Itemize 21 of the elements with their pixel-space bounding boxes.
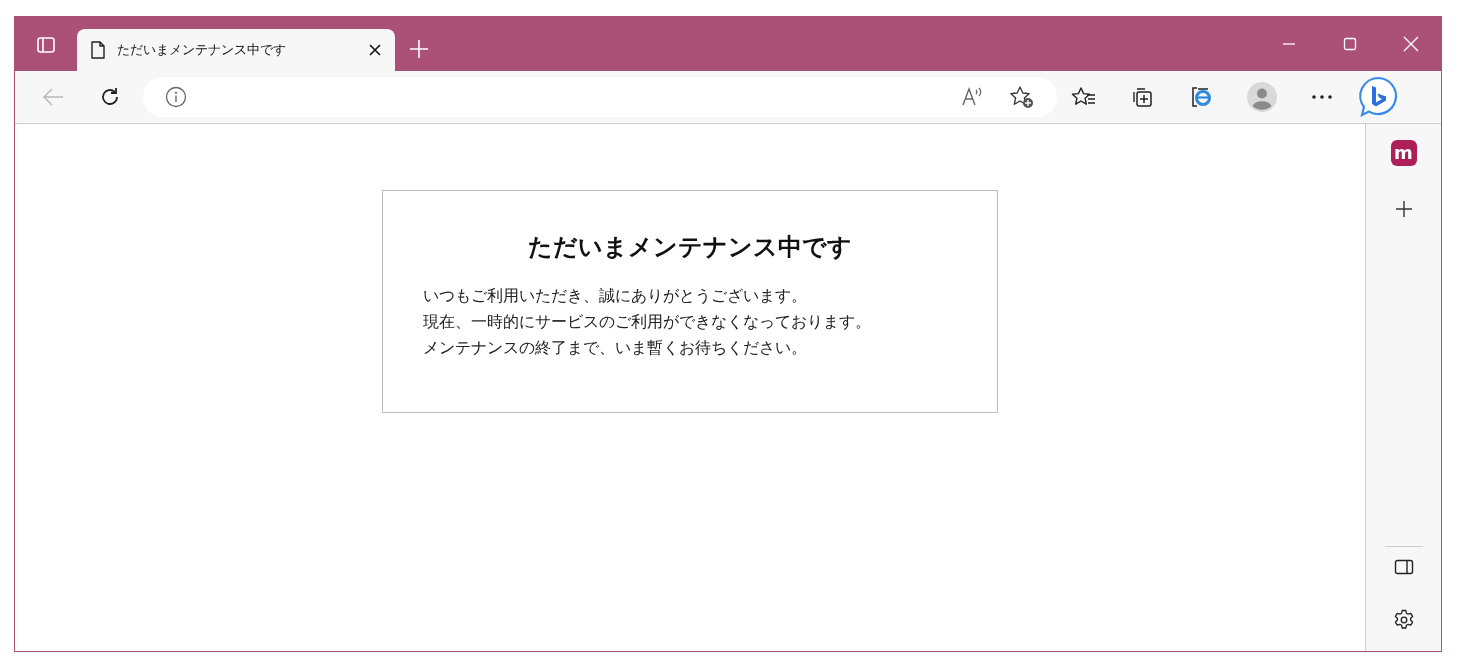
maintenance-heading: ただいまメンテナンス中です — [527, 232, 853, 263]
sidebar-panel-icon[interactable] — [1393, 559, 1414, 575]
settings-icon[interactable] — [1392, 609, 1415, 631]
browser-tab[interactable]: ただいまメンテナンス中です — [77, 29, 395, 71]
chat-bubble-icon[interactable] — [1357, 76, 1399, 118]
profile-avatar-icon[interactable] — [1247, 82, 1277, 112]
close-tab-icon[interactable] — [369, 44, 381, 56]
message-line: いつもご利用いただき、誠にありがとうございます。 — [423, 285, 808, 307]
page-icon — [91, 41, 105, 59]
app-shortcut[interactable]: m — [1390, 140, 1417, 166]
add-favorite-icon[interactable] — [1009, 85, 1035, 109]
new-tab-icon[interactable] — [409, 39, 429, 59]
more-options-icon[interactable] — [1311, 94, 1333, 100]
collections-icon[interactable] — [1131, 85, 1155, 109]
message-line: 現在、一時的にサービスのご利用ができなくなっております。 — [423, 311, 872, 333]
tab-title: ただいまメンテナンス中です — [117, 41, 287, 59]
favorites-icon[interactable] — [1071, 86, 1097, 108]
message-line: メンテナンスの終了まで、いま暫くお待ちください。 — [423, 337, 808, 359]
refresh-icon[interactable] — [99, 86, 121, 108]
add-icon[interactable] — [1394, 200, 1413, 218]
info-icon[interactable] — [165, 86, 187, 108]
